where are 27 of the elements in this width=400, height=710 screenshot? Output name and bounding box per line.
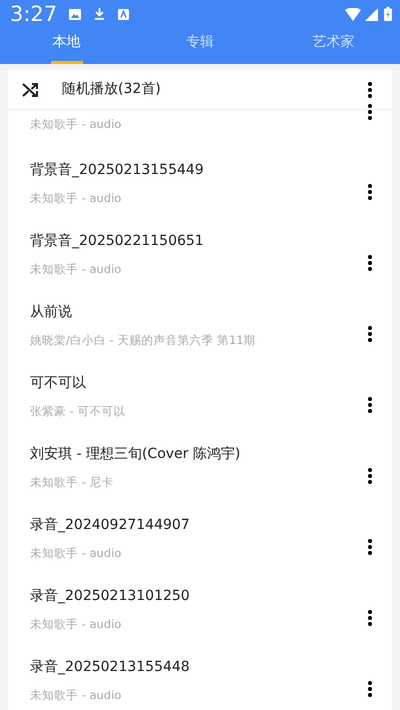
song-title[interactable]: 录音_20250213101250 xyxy=(30,586,362,607)
song-subtitle: 姚晓棠/白小白 - 天赐的声音第六季 第11期 xyxy=(30,332,257,349)
song-subtitle: 未知歌手 - audio xyxy=(30,190,122,207)
song-title[interactable]: 背景音_20250221150651 xyxy=(30,230,362,252)
song-title[interactable]: 录音_20240927144907 xyxy=(30,514,362,536)
song-subtitle: 张紫豪 - 可不可以 xyxy=(30,402,126,420)
song-title[interactable]: 录音_20250213155448 xyxy=(30,656,362,678)
wifi-icon xyxy=(345,8,361,20)
song-title[interactable]: 从前说 xyxy=(30,302,362,323)
song-subtitle: 未知歌手 - audio xyxy=(30,544,122,562)
image-icon xyxy=(69,8,82,20)
song-subtitle: 未知歌手 - audio xyxy=(30,260,122,278)
battery-icon xyxy=(384,7,392,21)
song-subtitle: 未知歌手 - audio xyxy=(30,116,122,133)
download-icon xyxy=(94,8,106,20)
shuffle-play-label[interactable]: 随机播放(32首) xyxy=(62,79,161,100)
tab[interactable]: 本地 xyxy=(0,28,134,64)
song-title[interactable]: 刘安琪 - 理想三旬(Cover 陈鸿宇) xyxy=(30,444,362,465)
song-title[interactable]: 可不可以 xyxy=(30,372,362,394)
app-icon xyxy=(118,8,130,20)
song-subtitle: 未知歌手 - audio xyxy=(30,616,122,633)
shuffle-icon xyxy=(22,82,38,96)
signal-icon xyxy=(365,8,378,20)
song-subtitle: 未知歌手 - 尼卡 xyxy=(30,474,114,491)
song-subtitle: 未知歌手 - audio xyxy=(30,686,122,704)
song-title[interactable]: 背景音_20250213155449 xyxy=(30,160,362,181)
status-time: 3:27 xyxy=(10,4,58,24)
